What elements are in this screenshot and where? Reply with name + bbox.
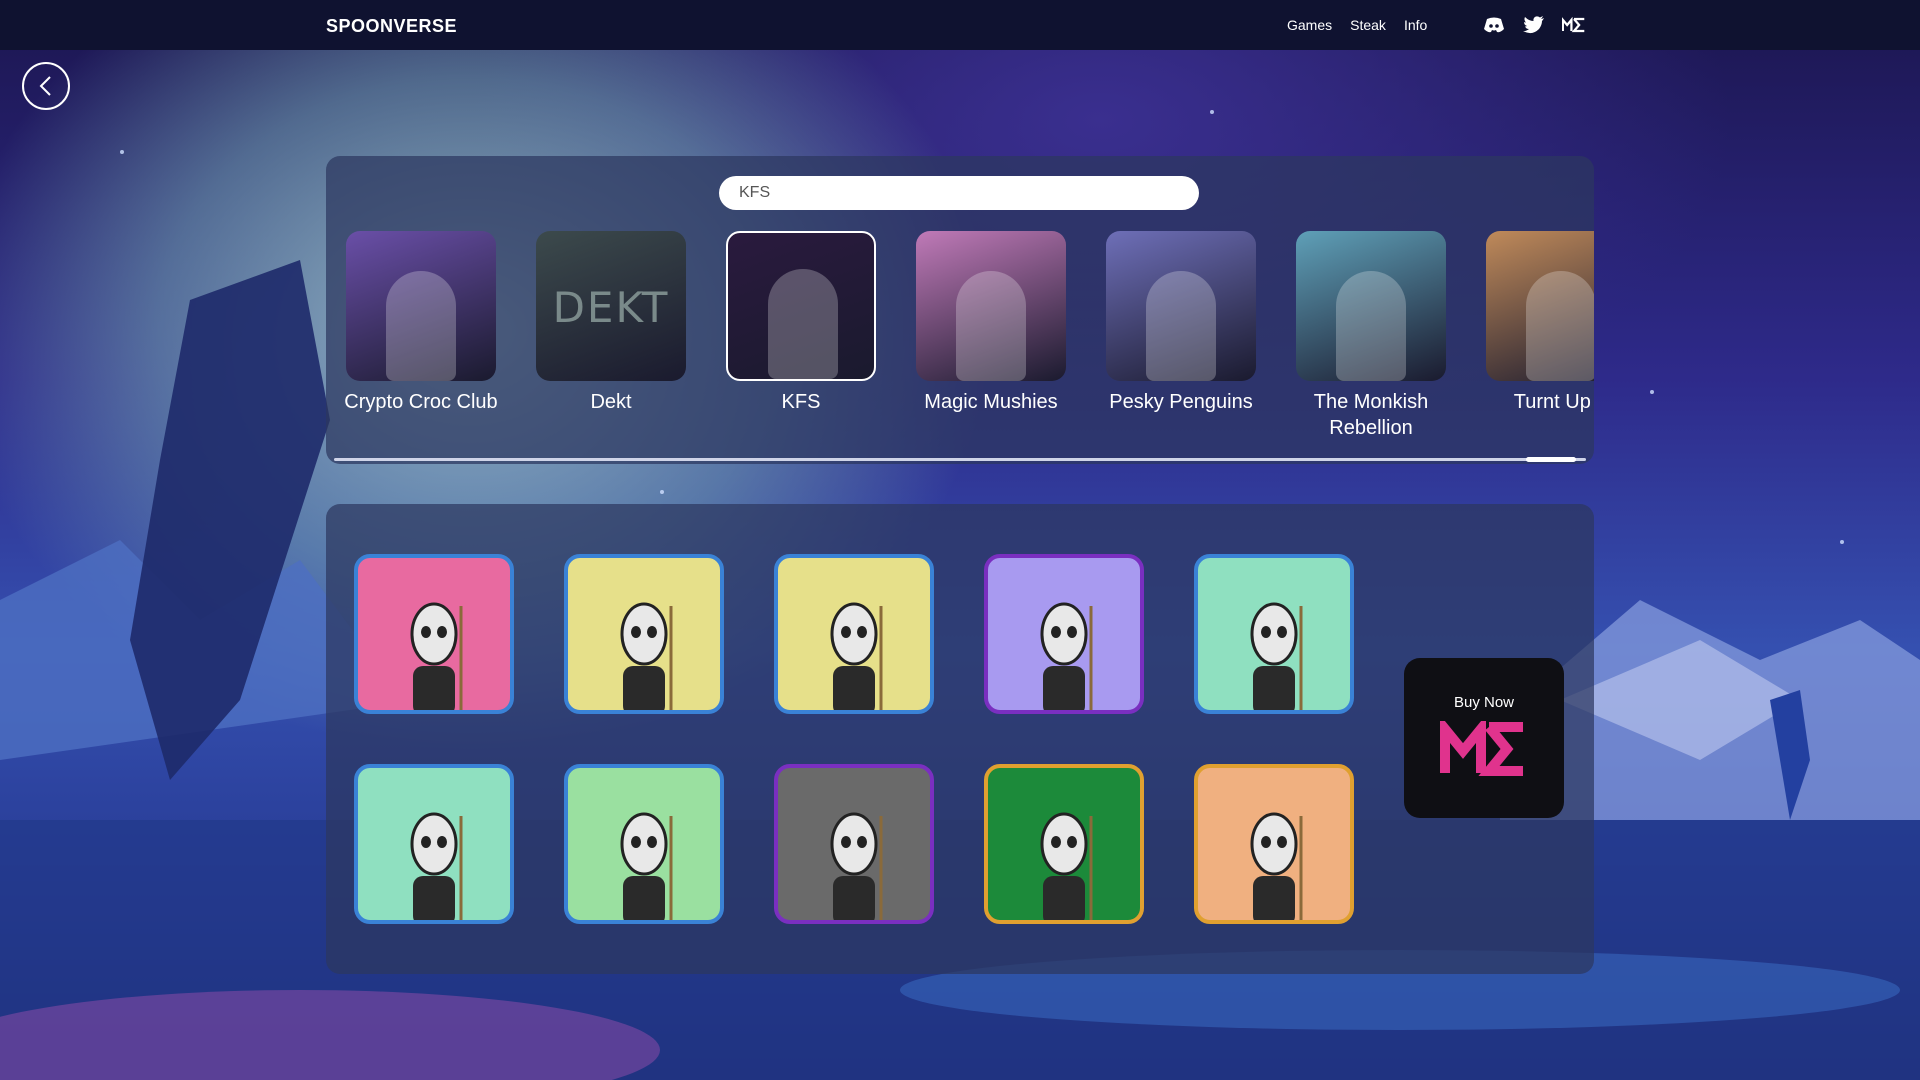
twitter-icon[interactable]: [1522, 13, 1546, 37]
collection-thumbnail: [726, 231, 876, 381]
nft-card[interactable]: [564, 764, 724, 924]
nft-card[interactable]: [984, 554, 1144, 714]
buy-now-button[interactable]: Buy Now: [1404, 658, 1564, 818]
collection-thumbnail: [916, 231, 1066, 381]
collection-name: Dekt: [590, 391, 632, 413]
horizontal-scrollbar[interactable]: [334, 457, 1586, 462]
nft-spoon-character: [1029, 596, 1099, 710]
star: [120, 150, 124, 154]
brand-logo[interactable]: SPOONVERSE: [326, 16, 457, 37]
collection-thumbnail: [1106, 231, 1256, 381]
nft-card[interactable]: [564, 554, 724, 714]
scrollbar-thumb[interactable]: [1526, 457, 1576, 462]
star: [1650, 390, 1654, 394]
search-input[interactable]: [719, 176, 1199, 210]
collection-item[interactable]: KFS: [726, 231, 876, 441]
back-button[interactable]: [22, 62, 70, 110]
collection-thumbnail: DEKT: [536, 231, 686, 381]
nft-card[interactable]: [1194, 554, 1354, 714]
nft-card[interactable]: [354, 764, 514, 924]
magic-eden-icon: [1440, 721, 1523, 776]
nft-spoon-character: [819, 806, 889, 920]
nft-spoon-character: [399, 596, 469, 710]
star: [660, 490, 664, 494]
collection-character: [1146, 271, 1216, 381]
collection-item[interactable]: Turnt Up T: [1486, 231, 1594, 441]
collection-item[interactable]: Magic Mushies: [916, 231, 1066, 441]
nft-spoon-character: [609, 806, 679, 920]
collection-thumbnail: [1486, 231, 1594, 381]
chevron-left-icon: [39, 76, 51, 96]
collection-thumbnail-text: DEKT: [552, 283, 670, 332]
nav-info[interactable]: Info: [1404, 17, 1427, 33]
nav-games[interactable]: Games: [1287, 17, 1332, 33]
magic-eden-icon[interactable]: [1562, 13, 1586, 37]
collection-character: [768, 269, 838, 379]
collection-item[interactable]: DEKT Dekt: [536, 231, 686, 441]
nft-card[interactable]: [354, 554, 514, 714]
collection-thumbnail: [346, 231, 496, 381]
collection-character: [1336, 271, 1406, 381]
nft-spoon-character: [819, 596, 889, 710]
collection-name: KFS: [781, 391, 821, 413]
nft-gallery-panel: Buy Now: [326, 504, 1594, 974]
nft-card[interactable]: [774, 764, 934, 924]
nft-card[interactable]: [774, 554, 934, 714]
star: [1840, 540, 1844, 544]
buy-now-label: Buy Now: [1453, 694, 1515, 711]
collection-item[interactable]: Pesky Penguins: [1106, 231, 1256, 441]
nft-card[interactable]: [984, 764, 1144, 924]
nav-steak[interactable]: Steak: [1350, 17, 1386, 33]
collection-thumbnail: [1296, 231, 1446, 381]
nft-spoon-character: [1029, 806, 1099, 920]
nft-spoon-character: [399, 806, 469, 920]
nft-spoon-character: [1239, 596, 1309, 710]
star: [1210, 110, 1214, 114]
collection-item[interactable]: The Monkish Rebellion: [1296, 231, 1446, 441]
collection-name: Turnt Up T: [1513, 391, 1594, 413]
collection-character: [386, 271, 456, 381]
main-nav: Games Steak Info: [1287, 17, 1427, 33]
collection-character: [1526, 271, 1594, 381]
collection-name: Crypto Croc Club: [344, 391, 498, 413]
discord-icon[interactable]: [1482, 13, 1506, 37]
nft-card[interactable]: [1194, 764, 1354, 924]
collection-item[interactable]: Crypto Croc Club: [344, 231, 498, 441]
collection-name: Pesky Penguins: [1109, 391, 1253, 413]
collection-carousel[interactable]: Crypto Croc Club DEKT Dekt KFS Magic Mushies…: [344, 231, 1594, 441]
nft-spoon-character: [1239, 806, 1309, 920]
top-navigation-bar: SPOONVERSE Games Steak Info: [0, 0, 1920, 50]
social-links: [1482, 13, 1586, 37]
nft-spoon-character: [609, 596, 679, 710]
collection-character: [956, 271, 1026, 381]
collection-name: Magic Mushies: [924, 391, 1058, 413]
nft-grid: [354, 554, 1354, 924]
collections-panel: Crypto Croc Club DEKT Dekt KFS Magic Mushies…: [326, 156, 1594, 464]
collection-name: The Monkish Rebellion: [1313, 391, 1429, 439]
